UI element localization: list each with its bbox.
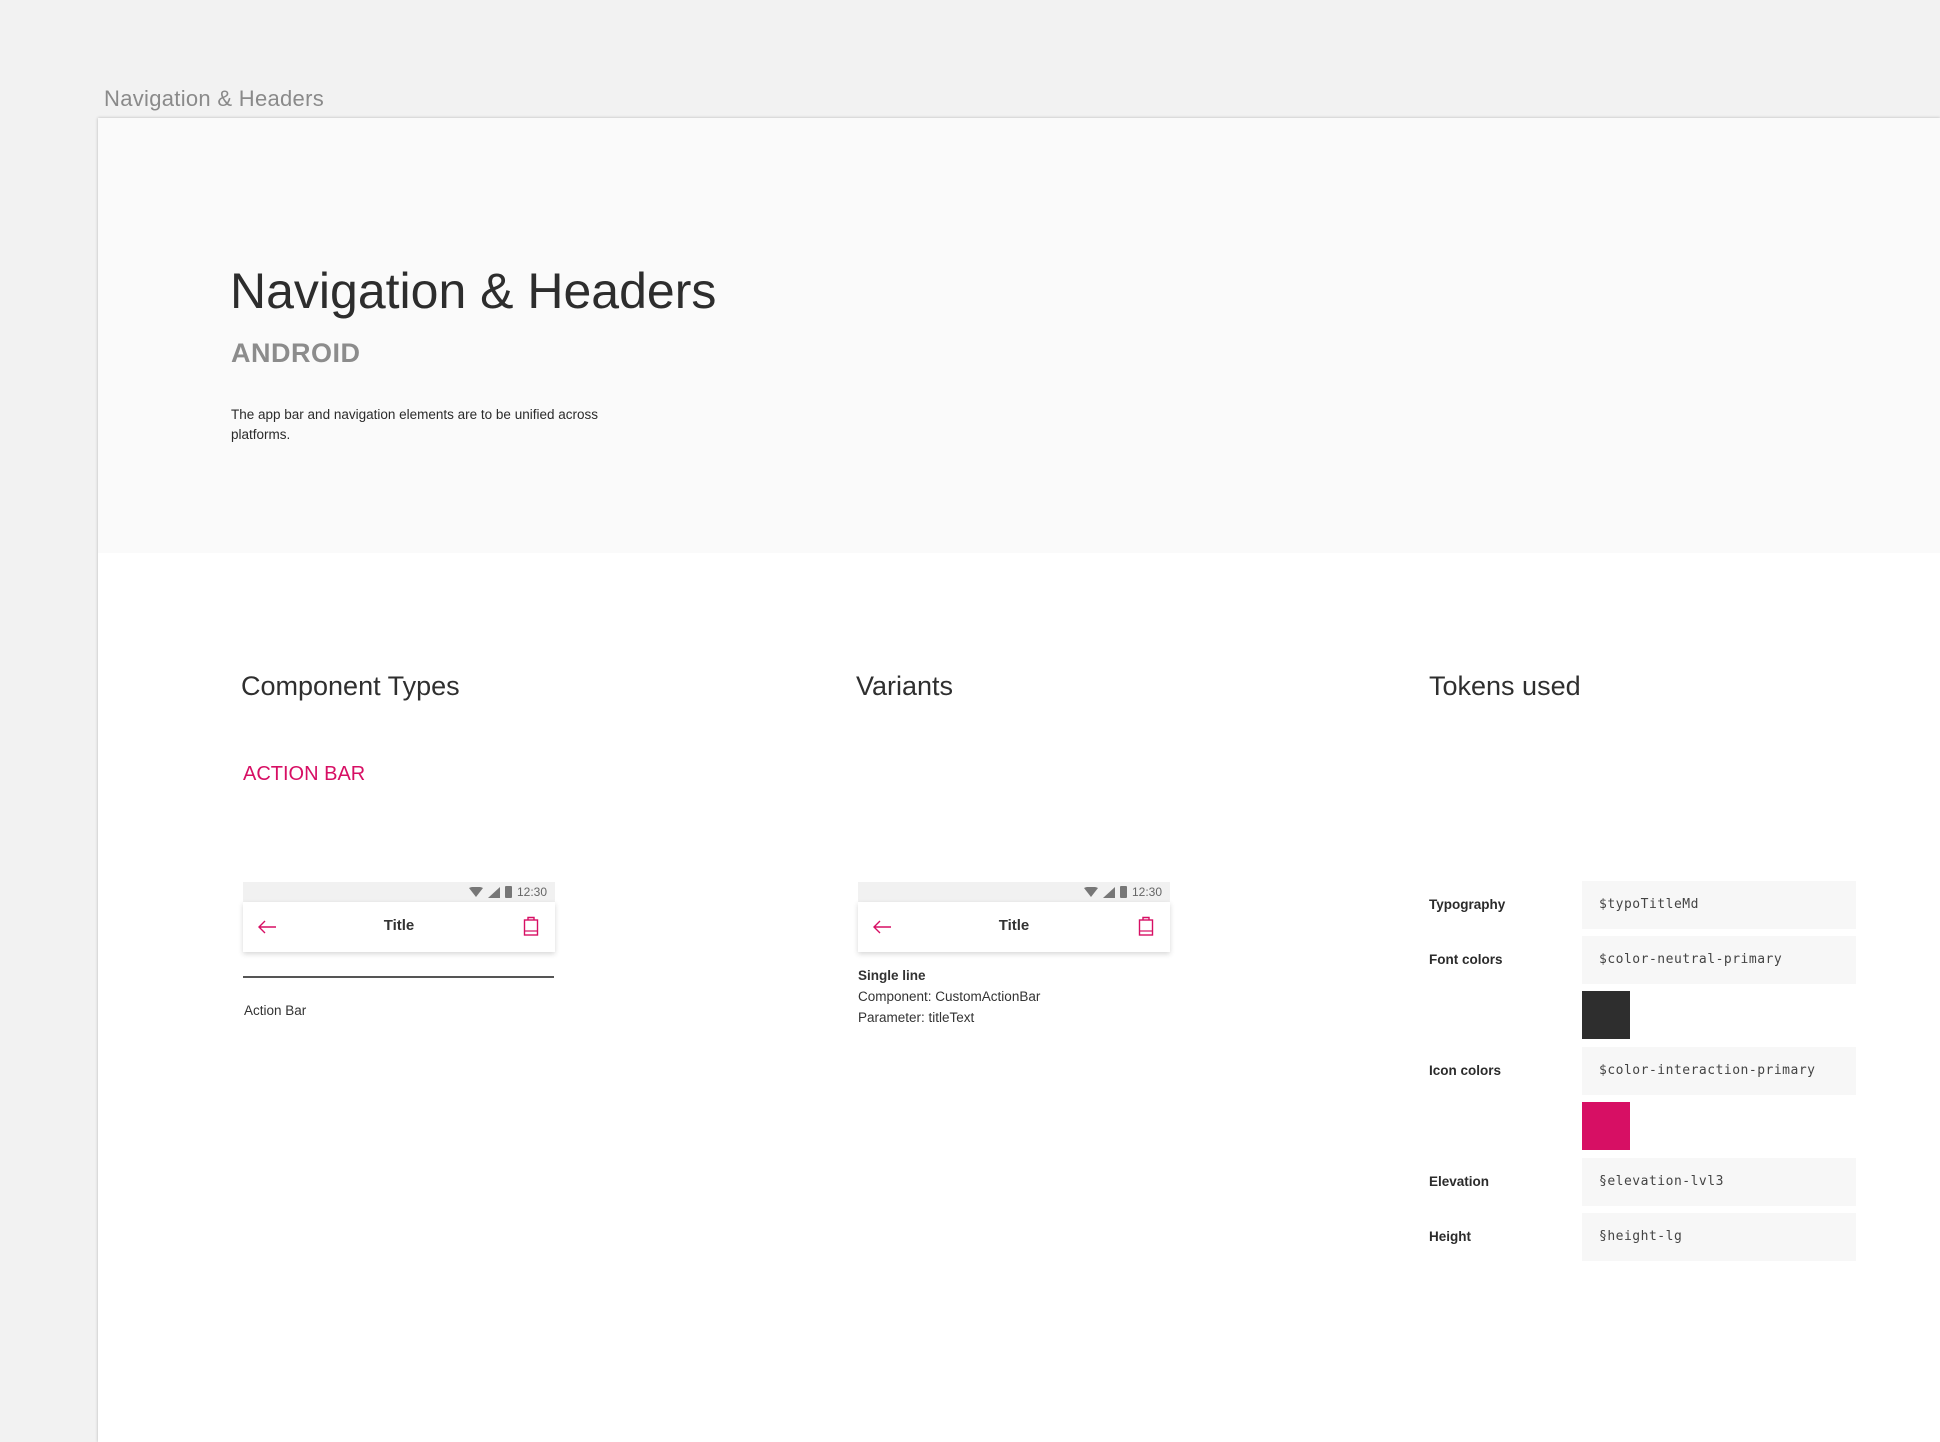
page-title: Navigation & Headers (230, 263, 717, 319)
section-title-component-types: Component Types (241, 671, 460, 701)
status-bar: 12:30 (858, 882, 1170, 902)
token-label-elevation: Elevation (1429, 1174, 1490, 1189)
wifi-icon (1083, 887, 1098, 897)
status-bar: 12:30 (243, 882, 555, 902)
signal-icon (1102, 886, 1115, 898)
page-description: The app bar and navigation elements are … (231, 407, 598, 442)
token-value-font-colors: $color-neutral-primary (1582, 936, 1856, 984)
component-type-label: ACTION BAR (243, 763, 366, 785)
battery-icon (504, 886, 512, 898)
status-time: 12:30 (516, 885, 547, 899)
wifi-icon (468, 887, 483, 897)
shopping-bag-icon[interactable] (1138, 916, 1154, 936)
frame-label: Navigation & Headers (104, 86, 325, 111)
section-title-tokens-used: Tokens used (1429, 671, 1581, 701)
platform-subtitle: ANDROID (231, 338, 361, 368)
section-title-variants: Variants (856, 671, 954, 701)
app-bar-title: Title (383, 917, 415, 934)
divider (243, 976, 554, 978)
variant-action-bar-preview: 12:30 Title (858, 882, 1170, 952)
token-label-height: Height (1429, 1229, 1471, 1244)
font-color-swatch (1582, 991, 1630, 1039)
app-bar: Title (243, 902, 555, 952)
token-value-icon-colors: $color-interaction-primary (1582, 1047, 1856, 1095)
component-caption: Action Bar (244, 1003, 307, 1018)
app-bar-title: Title (998, 917, 1030, 934)
token-label-icon-colors: Icon colors (1429, 1063, 1502, 1078)
action-bar-preview: 12:30 Title (243, 882, 555, 952)
variant-name: Single line (858, 968, 926, 983)
icon-color-swatch (1582, 1102, 1630, 1150)
token-label-typography: Typography (1429, 897, 1506, 912)
app-bar: Title (858, 902, 1170, 952)
artboard: Navigation & Headers ANDROID The app bar… (98, 118, 1940, 1442)
token-value-typography: $typoTitleMd (1582, 881, 1856, 929)
signal-icon (487, 886, 500, 898)
hero-section: Navigation & Headers ANDROID The app bar… (98, 118, 1940, 553)
variant-caption: Single line Component: CustomActionBar P… (858, 965, 1040, 1028)
shopping-bag-icon[interactable] (523, 916, 539, 936)
variant-parameter: Parameter: titleText (858, 1010, 975, 1025)
token-label-font-colors: Font colors (1429, 952, 1503, 967)
token-value-elevation: §elevation-lvl3 (1582, 1158, 1856, 1206)
status-time: 12:30 (1131, 885, 1162, 899)
variant-component: Component: CustomActionBar (858, 989, 1041, 1004)
token-value-height: §height-lg (1582, 1213, 1856, 1261)
battery-icon (1119, 886, 1127, 898)
